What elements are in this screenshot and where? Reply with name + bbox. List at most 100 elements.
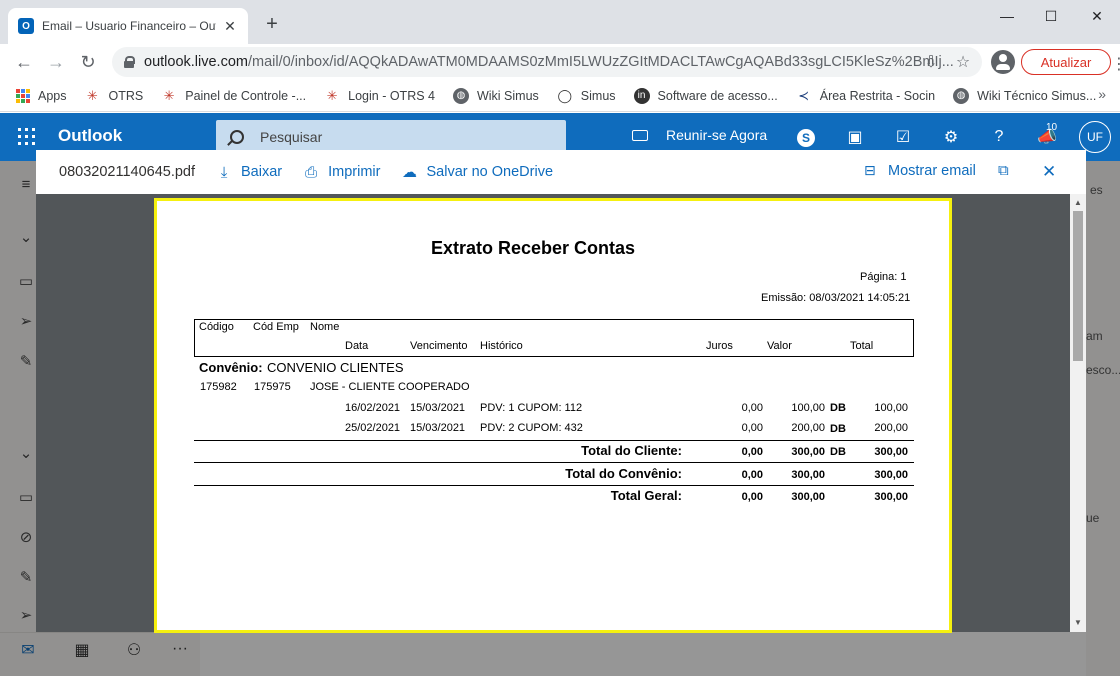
scrollbar-thumb[interactable]	[1073, 211, 1083, 361]
url-text: outlook.live.com/mail/0/inbox/id/AQQkADA…	[144, 54, 982, 70]
globe-icon: ◍	[452, 87, 469, 104]
divider-line	[194, 485, 914, 486]
scroll-up-icon[interactable]: ▲	[1073, 198, 1083, 207]
bookmark-label: Software de acesso...	[657, 88, 778, 103]
browser-toolbar: ← → ↻ outlook.live.com/mail/0/inbox/id/A…	[0, 44, 1120, 80]
convenio-label: Convênio:	[199, 360, 263, 375]
emission-date: Emissão: 08/03/2021 14:05:21	[761, 292, 911, 304]
avatar[interactable]: UF	[1079, 121, 1111, 153]
file-name: 08032021140645.pdf	[59, 164, 196, 180]
row-valor: 100,00	[791, 402, 825, 414]
download-label: Baixar	[241, 164, 283, 180]
viewer-scrollbar[interactable]: ▲ ▼	[1070, 194, 1086, 632]
cloud-upload-icon: ☁	[401, 164, 417, 181]
row-historico: PDV: 2 CUPOM: 432	[480, 422, 583, 434]
search-icon	[230, 130, 244, 144]
save-onedrive-button[interactable]: ☁ Salvar no OneDrive	[400, 163, 553, 181]
convenio-name: CONVENIO CLIENTES	[267, 360, 404, 375]
close-window-button[interactable]: ✕	[1074, 0, 1120, 32]
bookmark-otrs[interactable]: ✳ OTRS	[85, 88, 144, 104]
bookmark-label: OTRS	[108, 88, 144, 103]
bookmarks-bar: Apps ✳ OTRS ✳ Painel de Controle -... ✳ …	[0, 80, 1120, 112]
scroll-down-icon[interactable]: ▼	[1073, 618, 1083, 627]
print-button[interactable]: ⎙ Imprimir	[302, 164, 380, 181]
apps-grid-icon	[16, 88, 30, 103]
total-convenio-total: 300,00	[874, 469, 908, 481]
bookmark-label: Simus	[580, 88, 616, 103]
todo-icon[interactable]: ☑	[893, 127, 913, 147]
linkedin-icon: in	[633, 87, 650, 104]
save-onedrive-label: Salvar no OneDrive	[426, 164, 554, 180]
profile-icon[interactable]	[991, 50, 1015, 74]
browser-tab[interactable]: O Email – Usuario Financeiro – Outl ✕	[8, 8, 248, 44]
download-button[interactable]: ⤓ Baixar	[215, 164, 282, 181]
tab-close-icon[interactable]: ✕	[222, 18, 238, 35]
row-flag: DB	[830, 423, 846, 435]
minimize-button[interactable]: —	[984, 0, 1030, 32]
outlook-brand[interactable]: Outlook	[58, 126, 122, 146]
help-icon[interactable]: ?	[989, 127, 1009, 147]
total-cliente-juros: 0,00	[741, 446, 763, 458]
pdf-viewer: 08032021140645.pdf ⤓ Baixar ⎙ Imprimir ☁…	[36, 150, 1086, 633]
reload-icon[interactable]: ↻	[76, 50, 100, 74]
bookmarks-overflow-icon[interactable]: »	[1098, 86, 1106, 102]
bookmark-label: Área Restrita - Socin	[819, 88, 936, 103]
row-juros: 0,00	[741, 402, 763, 414]
settings-gear-icon[interactable]: ⚙	[941, 127, 961, 147]
total-geral-total: 300,00	[874, 491, 908, 503]
bookmark-star-icon[interactable]: ☆	[953, 52, 973, 72]
show-email-button[interactable]: ⊟ Mostrar email	[864, 162, 976, 179]
viewer-toolbar: 08032021140645.pdf ⤓ Baixar ⎙ Imprimir ☁…	[36, 150, 1086, 194]
total-geral-valor: 300,00	[791, 491, 825, 503]
total-cliente-total: 300,00	[874, 446, 908, 458]
printer-icon: ⎙	[305, 163, 318, 181]
row-valor: 200,00	[791, 422, 825, 434]
download-icon: ⤓	[220, 163, 228, 181]
bookmark-wiki-tecnico[interactable]: ◍ Wiki Técnico Simus...	[953, 87, 1097, 104]
col-vencimento: Vencimento	[410, 340, 468, 352]
bookmark-simus[interactable]: ◯ Simus	[557, 88, 616, 104]
search-input[interactable]: Pesquisar	[216, 120, 566, 154]
bookmark-label: Wiki Técnico Simus...	[977, 88, 1097, 103]
meet-now-button[interactable]: Reunir-se Agora	[632, 127, 767, 143]
notification-badge: 10	[1046, 122, 1058, 133]
col-codigo: Código	[199, 321, 234, 333]
back-arrow-icon[interactable]: ←	[12, 50, 36, 74]
forward-arrow-icon[interactable]: →	[44, 50, 68, 74]
bookmark-login-otrs[interactable]: ✳ Login - OTRS 4	[324, 88, 435, 104]
install-app-icon[interactable]: ⇩	[921, 52, 941, 72]
update-button[interactable]: Atualizar	[1021, 49, 1111, 75]
bookmark-apps[interactable]: Apps	[16, 88, 67, 103]
maximize-button[interactable]: ☐	[1028, 0, 1074, 32]
bookmark-socin[interactable]: ≺ Área Restrita - Socin	[796, 88, 935, 104]
office-icon[interactable]: ▣	[845, 127, 865, 147]
row-total: 200,00	[874, 422, 908, 434]
total-cliente-label: Total do Cliente:	[581, 443, 682, 458]
col-cod-emp: Cód Emp	[253, 321, 299, 333]
row-data: 25/02/2021	[345, 422, 401, 434]
bookmark-painel[interactable]: ✳ Painel de Controle -...	[161, 88, 306, 104]
pdf-stage: Extrato Receber Contas Página: 1 Emissão…	[36, 194, 1086, 633]
row-historico: PDV: 1 CUPOM: 112	[480, 402, 583, 414]
show-email-label: Mostrar email	[888, 162, 976, 179]
url-path: /mail/0/inbox/id/AQQkADAwATM0MDAAMS0zMmI…	[247, 54, 954, 70]
col-nome: Nome	[310, 321, 340, 333]
new-tab-button[interactable]: +	[262, 14, 282, 34]
skype-icon[interactable]: S	[797, 129, 815, 147]
bookmark-label: Painel de Controle -...	[185, 88, 307, 103]
col-data: Data	[345, 340, 369, 352]
bookmark-wiki-simus[interactable]: ◍ Wiki Simus	[452, 87, 539, 104]
report-title: Extrato Receber Contas	[431, 238, 636, 258]
address-bar[interactable]: outlook.live.com/mail/0/inbox/id/AQQkADA…	[112, 47, 982, 77]
bookmark-software[interactable]: in Software de acesso...	[633, 87, 778, 104]
close-viewer-icon[interactable]: ✕	[1042, 162, 1056, 182]
total-convenio-valor: 300,00	[791, 469, 825, 481]
total-convenio-juros: 0,00	[741, 469, 763, 481]
globe-icon: ◍	[953, 87, 970, 104]
otrs-icon: ✳	[163, 87, 175, 103]
total-cliente-flag: DB	[830, 446, 846, 458]
chrome-menu-icon[interactable]: ⋮	[1111, 54, 1120, 74]
app-launcher-icon[interactable]	[18, 128, 35, 145]
open-new-window-icon[interactable]: ⧉	[998, 162, 1009, 179]
browser-tab-strip: O Email – Usuario Financeiro – Outl ✕ + …	[0, 0, 1120, 44]
